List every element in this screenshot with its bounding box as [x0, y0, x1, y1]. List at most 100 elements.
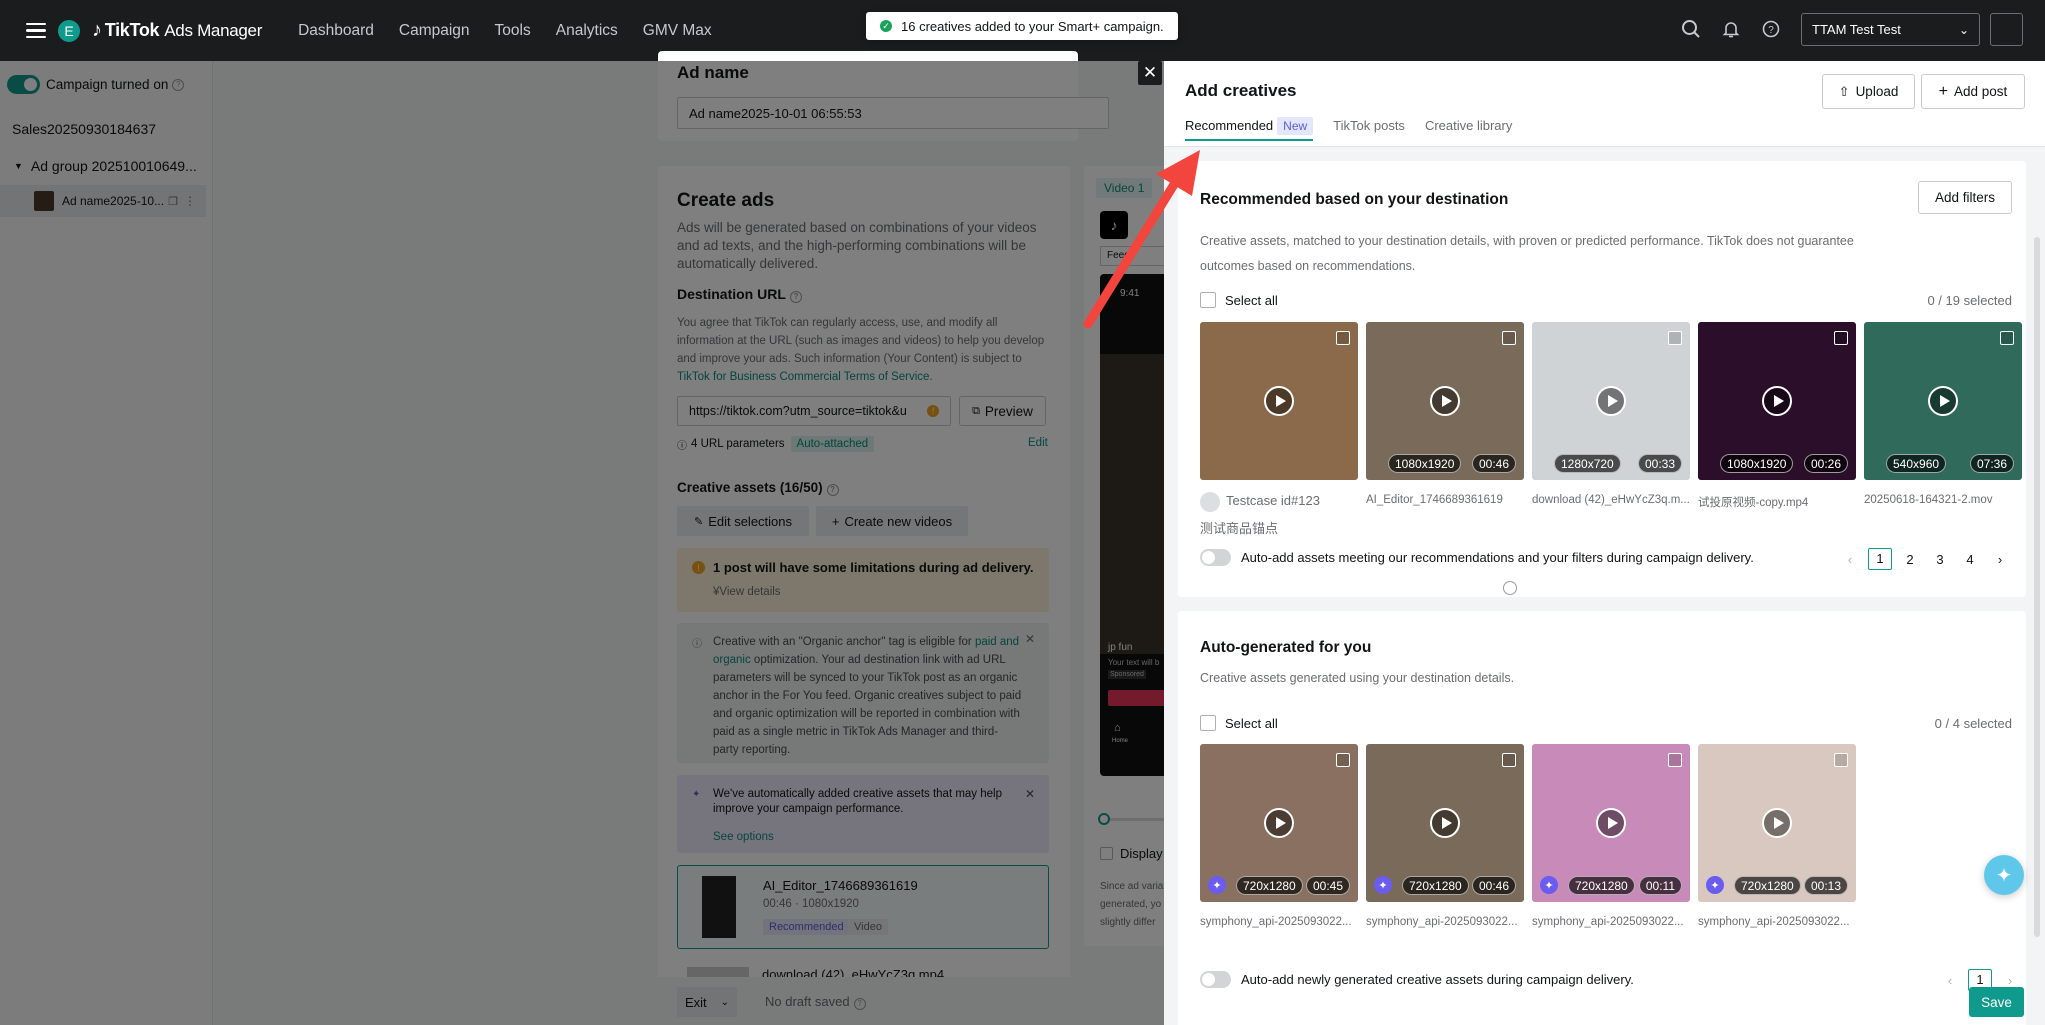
tab-recommended[interactable]: Recommended New [1185, 117, 1314, 141]
upload-button[interactable]: ⇧ Upload [1822, 74, 1915, 109]
page-4[interactable]: 4 [1958, 552, 1982, 567]
duration-badge: 07:36 [1969, 454, 2014, 473]
select-all-checkbox[interactable] [1200, 715, 1216, 731]
nav-campaign[interactable]: Campaign [399, 22, 470, 40]
nav-analytics[interactable]: Analytics [556, 22, 618, 40]
account-name: TTAM Test Test [1812, 22, 1901, 37]
next-page-icon[interactable]: › [1998, 973, 2022, 988]
resolution-badge: 720x1280 [1568, 876, 1635, 895]
auto-generated-section: Auto-generated for you Creative assets g… [1178, 611, 2026, 1025]
assistant-fab[interactable]: ✦ [1984, 855, 2024, 895]
chevron-down-icon: ⌄ [1958, 22, 1969, 37]
brand-subtitle: Ads Manager [164, 20, 263, 40]
add-filters-button[interactable]: Add filters [1918, 181, 2012, 214]
tile-checkbox[interactable] [1502, 331, 1516, 345]
creative-tile[interactable] [1200, 322, 1358, 480]
recommended-title: Recommended based on your destination [1200, 191, 1509, 208]
modal-overlay[interactable] [0, 61, 1164, 1025]
select-all-label[interactable]: Select all [1225, 293, 1278, 308]
play-icon[interactable] [1762, 386, 1792, 416]
tile-checkbox[interactable] [1834, 753, 1848, 767]
account-selector[interactable]: TTAM Test Test ⌄ [1801, 13, 1980, 46]
user-avatar[interactable]: E [56, 17, 82, 44]
play-icon[interactable] [1264, 808, 1294, 838]
brand-logo[interactable]: ♪ TikTok Ads Manager [92, 19, 262, 42]
auto-add-row: Auto-add assets meeting our recommendati… [1200, 549, 1754, 566]
tiktok-logo-icon: ♪ [92, 19, 102, 41]
close-panel-button[interactable]: ✕ [1138, 61, 1162, 85]
search-icon[interactable] [1680, 18, 1702, 40]
auto-add-generated-label: Auto-add newly generated creative assets… [1241, 972, 1634, 987]
tab-tiktok-posts[interactable]: TikTok posts [1333, 118, 1405, 141]
creative-tile[interactable]: 1080x1920 00:46 [1366, 322, 1524, 480]
upload-icon: ⇧ [1838, 83, 1850, 99]
bell-icon[interactable] [1720, 18, 1742, 40]
play-icon[interactable] [1430, 386, 1460, 416]
close-icon: ✕ [1142, 63, 1158, 82]
play-icon[interactable] [1762, 808, 1792, 838]
creative-tile[interactable]: 1080x1920 00:26 [1698, 322, 1856, 480]
add-post-button[interactable]: + Add post [1921, 74, 2025, 109]
pagination: ‹ 1 2 3 4 › [1838, 548, 2018, 570]
creative-tile[interactable]: ✦ 720x1280 00:11 [1532, 744, 1690, 902]
play-icon[interactable] [1596, 386, 1626, 416]
prev-page-icon[interactable]: ‹ [1938, 973, 1962, 988]
tile-checkbox[interactable] [1668, 331, 1682, 345]
tab-creative-library[interactable]: Creative library [1425, 118, 1512, 141]
play-icon[interactable] [1928, 386, 1958, 416]
ai-generated-icon: ✦ [1540, 876, 1558, 894]
tile-caption: symphony_api-2025093022... [1366, 916, 1518, 928]
help-icon[interactable]: ? [1760, 18, 1782, 40]
prev-page-icon[interactable]: ‹ [1838, 552, 1862, 567]
selected-count: 0 / 19 selected [1927, 293, 2012, 308]
svg-text:?: ? [1768, 25, 1774, 36]
select-all-label[interactable]: Select all [1225, 716, 1278, 731]
auto-generated-title: Auto-generated for you [1200, 639, 1372, 656]
resolution-badge: 1080x1920 [1720, 454, 1794, 473]
recommended-section: Recommended based on your destination Ad… [1178, 161, 2026, 597]
menu-icon[interactable] [26, 22, 46, 39]
creative-tile[interactable]: ✦ 720x1280 00:13 [1698, 744, 1856, 902]
select-all-row: Select all [1200, 292, 1278, 308]
select-all-checkbox[interactable] [1200, 292, 1216, 308]
plus-icon: + [1938, 82, 1949, 100]
tile-checkbox[interactable] [2000, 331, 2014, 345]
profile-button[interactable] [1990, 13, 2023, 46]
play-icon[interactable] [1430, 808, 1460, 838]
auto-add-toggle[interactable] [1200, 549, 1231, 566]
recommended-desc: Creative assets, matched to your destina… [1200, 234, 1854, 273]
duration-badge: 00:45 [1305, 876, 1350, 895]
add-creatives-panel: Add creatives ⇧ Upload + Add post Recommen… [1164, 61, 2045, 1025]
tile-caption: symphony_api-2025093022... [1698, 916, 1850, 928]
creative-tile[interactable]: ✦ 720x1280 00:46 [1366, 744, 1524, 902]
creative-tile[interactable]: ✦ 720x1280 00:45 [1200, 744, 1358, 902]
ai-generated-icon: ✦ [1208, 876, 1226, 894]
creative-tile[interactable]: 540x960 07:36 [1864, 322, 2022, 480]
nav-tools[interactable]: Tools [495, 22, 531, 40]
tile-checkbox[interactable] [1336, 753, 1350, 767]
nav-gmv-max[interactable]: GMV Max [643, 22, 712, 40]
panel-tabs: Recommended New TikTok posts Creative lib… [1185, 117, 1532, 141]
page-2[interactable]: 2 [1898, 552, 1922, 567]
help-icon[interactable] [1503, 581, 1517, 595]
next-page-icon[interactable]: › [1988, 552, 2012, 567]
play-icon[interactable] [1264, 386, 1294, 416]
tile-checkbox[interactable] [1336, 331, 1350, 345]
page-1[interactable]: 1 [1868, 548, 1892, 570]
top-nav: Dashboard Campaign Tools Analytics GMV M… [298, 22, 737, 40]
brand-name: TikTok [104, 20, 160, 40]
scrollbar[interactable] [2034, 237, 2040, 937]
panel-scroll-area[interactable]: Recommended based on your destination Ad… [1164, 147, 2045, 1025]
tile-checkbox[interactable] [1668, 753, 1682, 767]
page-3[interactable]: 3 [1928, 552, 1952, 567]
tile-checkbox[interactable] [1502, 753, 1516, 767]
play-icon[interactable] [1596, 808, 1626, 838]
resolution-badge: 1080x1920 [1388, 454, 1462, 473]
tile-caption: Testcase id#123 [1200, 492, 1360, 512]
creative-tile[interactable]: 1280x720 00:33 [1532, 322, 1690, 480]
save-button[interactable]: Save [1969, 987, 2024, 1017]
nav-dashboard[interactable]: Dashboard [298, 22, 374, 40]
tile-checkbox[interactable] [1834, 331, 1848, 345]
auto-add-generated-toggle[interactable] [1200, 971, 1231, 988]
resolution-badge: 720x1280 [1734, 876, 1801, 895]
